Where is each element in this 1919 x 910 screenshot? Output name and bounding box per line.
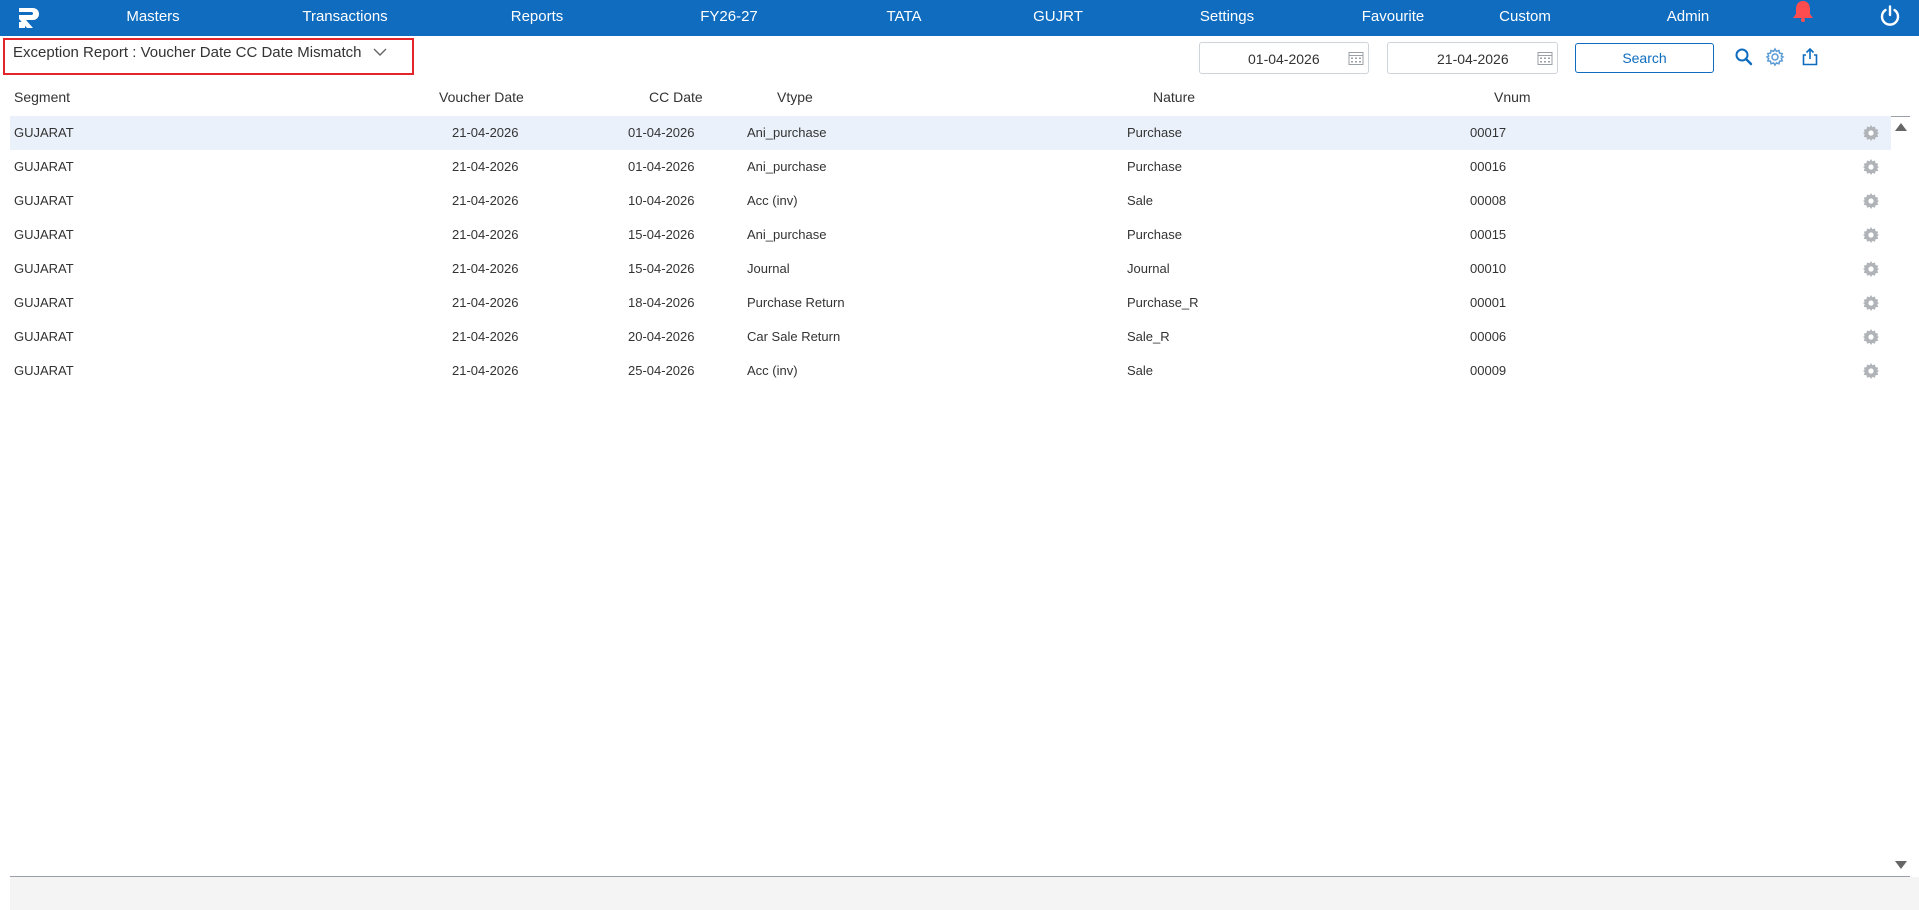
cell-vtype: Acc (inv) bbox=[747, 193, 798, 208]
to-date-field[interactable]: 21-04-2026 bbox=[1387, 42, 1558, 74]
cell-vnum: 00001 bbox=[1470, 295, 1507, 310]
nav-reports[interactable]: Reports bbox=[511, 0, 564, 36]
nav-company[interactable]: TATA bbox=[887, 0, 922, 36]
calendar-icon[interactable] bbox=[1348, 50, 1364, 66]
top-nav-bar: Masters Transactions Reports FY26-27 TAT… bbox=[0, 0, 1919, 36]
cell-vtype: Car Sale Return bbox=[747, 329, 841, 344]
table-row[interactable]: GUJARAT 21-04-2026 15-04-2026 Journal Journa… bbox=[10, 252, 1891, 286]
cell-vtype: Ani_purchase bbox=[747, 159, 827, 174]
table-row[interactable]: GUJARAT 21-04-2026 10-04-2026 Acc (inv) Sale… bbox=[10, 184, 1891, 218]
cell-voucher-date: 21-04-2026 bbox=[452, 363, 519, 378]
column-header-segment[interactable]: Segment bbox=[14, 89, 70, 105]
table-row[interactable]: GUJARAT 21-04-2026 15-04-2026 Ani_purchase P… bbox=[10, 218, 1891, 252]
cell-voucher-date: 21-04-2026 bbox=[452, 159, 519, 174]
row-settings-gear-icon[interactable] bbox=[1862, 226, 1880, 244]
cell-nature: Sale_R bbox=[1127, 329, 1170, 344]
column-header-voucher-date[interactable]: Voucher Date bbox=[439, 89, 524, 105]
settings-gear-icon[interactable] bbox=[1765, 47, 1785, 67]
cell-segment: GUJARAT bbox=[14, 159, 74, 174]
cell-vnum: 00017 bbox=[1470, 125, 1507, 140]
cell-nature: Purchase bbox=[1127, 125, 1182, 140]
table-row[interactable]: GUJARAT 21-04-2026 20-04-2026 Car Sale Retu… bbox=[10, 320, 1891, 354]
search-icon[interactable] bbox=[1734, 47, 1754, 67]
cell-segment: GUJARAT bbox=[14, 261, 74, 276]
cell-segment: GUJARAT bbox=[14, 363, 74, 378]
nav-admin[interactable]: Admin bbox=[1667, 0, 1710, 36]
cell-segment: GUJARAT bbox=[14, 125, 74, 140]
column-header-nature[interactable]: Nature bbox=[1153, 89, 1195, 105]
row-settings-gear-icon[interactable] bbox=[1862, 124, 1880, 142]
cell-segment: GUJARAT bbox=[14, 227, 74, 242]
row-settings-gear-icon[interactable] bbox=[1862, 192, 1880, 210]
cell-vtype: Journal bbox=[747, 261, 790, 276]
calendar-icon[interactable] bbox=[1537, 50, 1553, 66]
footer-panel bbox=[10, 877, 1919, 910]
cell-voucher-date: 21-04-2026 bbox=[452, 329, 519, 344]
power-icon[interactable] bbox=[1879, 5, 1901, 27]
cell-segment: GUJARAT bbox=[14, 295, 74, 310]
table-row[interactable]: GUJARAT 21-04-2026 01-04-2026 Ani_purchase P… bbox=[10, 116, 1891, 150]
app-logo[interactable] bbox=[16, 5, 42, 31]
scroll-up-arrow-icon[interactable] bbox=[1894, 122, 1908, 132]
to-date-value: 21-04-2026 bbox=[1437, 51, 1509, 67]
chevron-down-icon[interactable] bbox=[373, 47, 387, 57]
table-row[interactable]: GUJARAT 21-04-2026 25-04-2026 Acc (inv) Sale… bbox=[10, 354, 1891, 388]
nav-favourite[interactable]: Favourite bbox=[1362, 0, 1425, 36]
cell-vtype: Purchase Return bbox=[747, 295, 845, 310]
cell-vnum: 00009 bbox=[1470, 363, 1507, 378]
nav-custom[interactable]: Custom bbox=[1499, 0, 1551, 36]
nav-financial-year[interactable]: FY26-27 bbox=[700, 0, 758, 36]
cell-vnum: 00006 bbox=[1470, 329, 1507, 344]
cell-cc-date: 15-04-2026 bbox=[628, 261, 695, 276]
from-date-value: 01-04-2026 bbox=[1248, 51, 1320, 67]
cell-voucher-date: 21-04-2026 bbox=[452, 193, 519, 208]
nav-masters[interactable]: Masters bbox=[126, 0, 179, 36]
cell-vtype: Ani_purchase bbox=[747, 125, 827, 140]
column-header-vnum[interactable]: Vnum bbox=[1494, 89, 1531, 105]
cell-segment: GUJARAT bbox=[14, 193, 74, 208]
cell-cc-date: 01-04-2026 bbox=[628, 125, 695, 140]
row-settings-gear-icon[interactable] bbox=[1862, 260, 1880, 278]
scroll-down-arrow-icon[interactable] bbox=[1894, 860, 1908, 870]
column-header-vtype[interactable]: Vtype bbox=[777, 89, 813, 105]
cell-cc-date: 15-04-2026 bbox=[628, 227, 695, 242]
cell-vnum: 00008 bbox=[1470, 193, 1507, 208]
cell-cc-date: 25-04-2026 bbox=[628, 363, 695, 378]
cell-cc-date: 10-04-2026 bbox=[628, 193, 695, 208]
row-settings-gear-icon[interactable] bbox=[1862, 362, 1880, 380]
from-date-field[interactable]: 01-04-2026 bbox=[1199, 42, 1369, 74]
report-title-dropdown[interactable]: Exception Report : Voucher Date CC Date … bbox=[13, 44, 362, 61]
nav-transactions[interactable]: Transactions bbox=[302, 0, 387, 36]
row-settings-gear-icon[interactable] bbox=[1862, 294, 1880, 312]
cell-vnum: 00015 bbox=[1470, 227, 1507, 242]
table-row[interactable]: GUJARAT 21-04-2026 18-04-2026 Purchase Retu… bbox=[10, 286, 1891, 320]
cell-cc-date: 01-04-2026 bbox=[628, 159, 695, 174]
cell-cc-date: 20-04-2026 bbox=[628, 329, 695, 344]
cell-segment: GUJARAT bbox=[14, 329, 74, 344]
cell-nature: Purchase bbox=[1127, 227, 1182, 242]
cell-voucher-date: 21-04-2026 bbox=[452, 261, 519, 276]
column-header-cc-date[interactable]: CC Date bbox=[649, 89, 703, 105]
cell-voucher-date: 21-04-2026 bbox=[452, 227, 519, 242]
cell-voucher-date: 21-04-2026 bbox=[452, 125, 519, 140]
cell-nature: Journal bbox=[1127, 261, 1170, 276]
cell-nature: Sale bbox=[1127, 363, 1154, 378]
search-button[interactable]: Search bbox=[1575, 43, 1714, 73]
nav-settings[interactable]: Settings bbox=[1200, 0, 1254, 36]
cell-vnum: 00016 bbox=[1470, 159, 1507, 174]
cell-nature: Purchase bbox=[1127, 159, 1182, 174]
cell-voucher-date: 21-04-2026 bbox=[452, 295, 519, 310]
cell-nature: Purchase_R bbox=[1127, 295, 1199, 310]
nav-branch[interactable]: GUJRT bbox=[1033, 0, 1083, 36]
row-settings-gear-icon[interactable] bbox=[1862, 328, 1880, 346]
cell-nature: Sale bbox=[1127, 193, 1154, 208]
bell-icon[interactable] bbox=[1791, 0, 1815, 22]
table-row[interactable]: GUJARAT 21-04-2026 01-04-2026 Ani_purchase P… bbox=[10, 150, 1891, 184]
cell-cc-date: 18-04-2026 bbox=[628, 295, 695, 310]
cell-vtype: Acc (inv) bbox=[747, 363, 798, 378]
cell-vtype: Ani_purchase bbox=[747, 227, 827, 242]
cell-vnum: 00010 bbox=[1470, 261, 1507, 276]
row-settings-gear-icon[interactable] bbox=[1862, 158, 1880, 176]
export-icon[interactable] bbox=[1800, 47, 1820, 67]
